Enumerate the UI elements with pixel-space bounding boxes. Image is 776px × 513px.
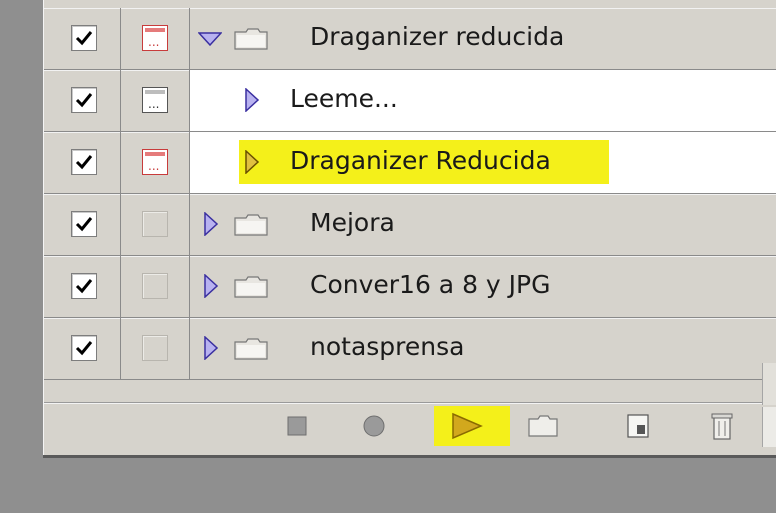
expand-triangle-right-icon[interactable] — [204, 336, 218, 360]
action-row-highlighted[interactable]: ... Draganizer Reducida — [44, 132, 776, 194]
record-icon[interactable] — [362, 414, 386, 438]
dialog-column — [121, 194, 190, 255]
action-set-row[interactable]: ... Draganizer reducida — [44, 8, 776, 70]
new-action-icon[interactable] — [626, 413, 650, 439]
panel-bottom-edge — [43, 455, 776, 458]
stop-icon[interactable] — [286, 415, 308, 437]
dialog-column: ... — [121, 8, 190, 69]
dialog-column: ... — [121, 132, 190, 193]
expand-triangle-right-icon[interactable] — [245, 150, 259, 174]
play-icon[interactable] — [450, 412, 484, 440]
toggle-column — [44, 70, 121, 131]
list-footer-separator — [44, 376, 776, 403]
dialog-column: ... — [121, 70, 190, 131]
checkmark-icon — [75, 279, 93, 294]
new-set-icon[interactable] — [528, 415, 558, 437]
dialog-column — [121, 256, 190, 317]
action-set-label: notasprensa — [310, 332, 465, 361]
dialog-toggle-icon[interactable]: ... — [142, 149, 168, 175]
folder-icon — [234, 214, 268, 236]
toggle-column — [44, 132, 121, 193]
expand-triangle-down-icon[interactable] — [198, 32, 222, 46]
checkmark-icon — [75, 93, 93, 108]
scrollbar-corner — [762, 407, 776, 447]
dialog-column — [121, 318, 190, 379]
action-row[interactable]: ... Leeme... — [44, 70, 776, 132]
action-set-name-area[interactable]: Conver16 a 8 y JPG — [190, 256, 776, 317]
toggle-checkbox[interactable] — [71, 335, 97, 361]
toggle-column — [44, 318, 121, 379]
toggle-checkbox[interactable] — [71, 273, 97, 299]
action-set-name-area[interactable]: Mejora — [190, 194, 776, 255]
expand-triangle-right-icon[interactable] — [245, 88, 259, 112]
actions-panel: ... Draganizer reducida ... Leeme... ...… — [43, 0, 776, 455]
action-set-label: Mejora — [310, 208, 395, 237]
toggle-column — [44, 194, 121, 255]
toggle-checkbox[interactable] — [71, 87, 97, 113]
folder-icon — [234, 338, 268, 360]
folder-icon — [234, 276, 268, 298]
checkmark-icon — [75, 217, 93, 232]
action-set-row[interactable]: Mejora — [44, 194, 776, 256]
expand-triangle-right-icon[interactable] — [204, 212, 218, 236]
toggle-checkbox[interactable] — [71, 25, 97, 51]
toggle-checkbox[interactable] — [71, 149, 97, 175]
actions-toolbar — [44, 403, 776, 451]
toggle-column — [44, 8, 121, 69]
checkmark-icon — [75, 155, 93, 170]
dialog-toggle-empty[interactable] — [142, 273, 168, 299]
dialog-toggle-icon[interactable]: ... — [142, 25, 168, 51]
action-label: Leeme... — [290, 84, 398, 113]
dialog-toggle-empty[interactable] — [142, 211, 168, 237]
toggle-column — [44, 256, 121, 317]
action-label: Draganizer Reducida — [290, 146, 551, 175]
checkmark-icon — [75, 31, 93, 46]
expand-triangle-right-icon[interactable] — [204, 274, 218, 298]
actions-list: ... Draganizer reducida ... Leeme... ...… — [44, 8, 776, 380]
toggle-checkbox[interactable] — [71, 211, 97, 237]
action-set-row[interactable]: Conver16 a 8 y JPG — [44, 256, 776, 318]
checkmark-icon — [75, 341, 93, 356]
action-name-area[interactable]: Draganizer Reducida — [190, 132, 776, 193]
action-set-row[interactable]: notasprensa — [44, 318, 776, 380]
dialog-toggle-icon[interactable]: ... — [142, 87, 168, 113]
action-set-label: Draganizer reducida — [310, 22, 565, 51]
action-set-label: Conver16 a 8 y JPG — [310, 270, 551, 299]
folder-icon — [234, 28, 268, 50]
action-name-area[interactable]: Leeme... — [190, 70, 776, 131]
action-set-name-area[interactable]: notasprensa — [190, 318, 776, 379]
action-set-name-area[interactable]: Draganizer reducida — [190, 8, 776, 69]
delete-icon[interactable] — [711, 411, 733, 441]
dialog-toggle-empty[interactable] — [142, 335, 168, 361]
scrollbar-track[interactable] — [762, 363, 776, 405]
